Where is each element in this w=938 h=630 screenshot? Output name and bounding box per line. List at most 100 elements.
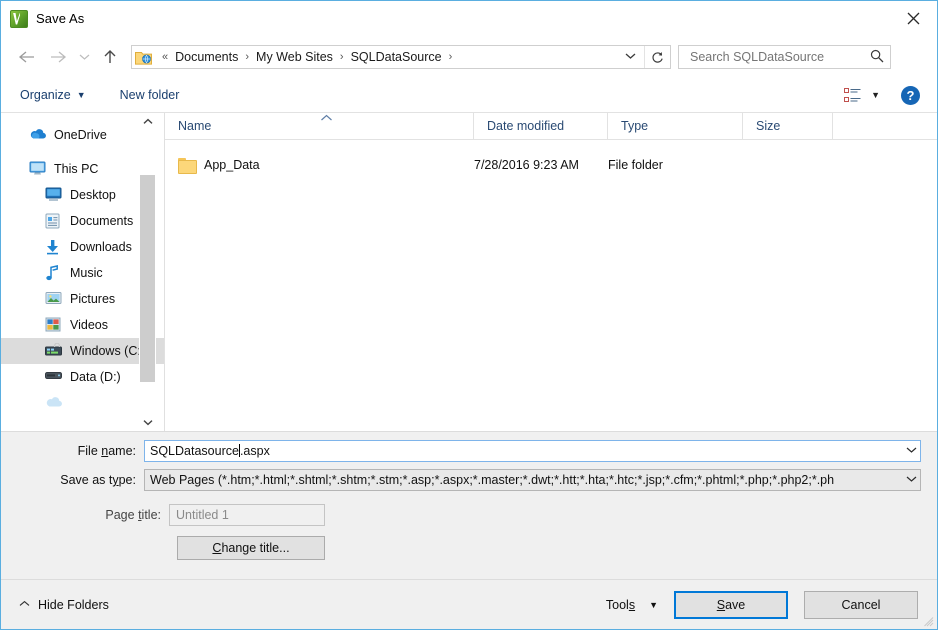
breadcrumb-sqldatasource[interactable]: SQLDataSource xyxy=(349,50,444,64)
sidebar-item-label: Data (D:) xyxy=(70,370,121,384)
page-title-label-post: itle: xyxy=(142,508,161,522)
folder-web-icon xyxy=(135,50,152,65)
hide-folders-label: Hide Folders xyxy=(38,598,109,612)
breadcrumb-overflow[interactable]: « xyxy=(157,51,173,63)
table-row[interactable]: App_Data 7/28/2016 9:23 AM File folder xyxy=(165,151,937,179)
cancel-label: Cancel xyxy=(842,598,881,612)
save-as-dialog: Save As xyxy=(0,0,938,630)
file-type-cell: File folder xyxy=(608,158,743,172)
sort-ascending-icon xyxy=(320,114,333,125)
breadcrumb-separator[interactable]: › xyxy=(240,51,254,63)
view-options-chevron-down-icon[interactable]: ▼ xyxy=(871,90,880,100)
save-as-type-combo[interactable]: Web Pages (*.htm;*.html;*.shtml;*.shtm;*… xyxy=(144,469,921,491)
column-header-size[interactable]: Size xyxy=(743,113,833,140)
help-button[interactable]: ? xyxy=(901,86,920,105)
save-as-type-label: Save as type: xyxy=(1,473,144,487)
sidebar-scrollbar[interactable] xyxy=(139,113,156,431)
desktop-icon xyxy=(45,187,62,203)
search-icon[interactable] xyxy=(870,49,884,66)
breadcrumb-documents[interactable]: Documents xyxy=(173,50,240,64)
column-header-date-modified[interactable]: Date modified xyxy=(474,113,608,140)
tools-button[interactable]: Tools ▼ xyxy=(606,598,658,612)
drive-icon xyxy=(45,369,62,385)
chevron-down-icon[interactable] xyxy=(903,446,920,457)
arrow-up-icon[interactable] xyxy=(97,44,123,70)
change-title-row: Change title... xyxy=(1,536,325,560)
breadcrumb-separator[interactable]: › xyxy=(335,51,349,63)
file-name-value-post: .aspx xyxy=(240,444,270,458)
dialog-footer: Hide Folders Tools ▼ Save Cancel xyxy=(1,579,937,629)
save-label-accel: S xyxy=(717,598,725,612)
file-list-column-header: Name Date modified Type Size xyxy=(165,113,937,140)
file-name-combo[interactable]: SQLDatasource.aspx xyxy=(144,440,921,462)
scroll-up-chevron-up-icon[interactable] xyxy=(139,113,156,130)
column-header-type[interactable]: Type xyxy=(608,113,743,140)
save-button[interactable]: Save xyxy=(674,591,788,619)
file-name-value[interactable]: SQLDatasource.aspx xyxy=(145,444,903,458)
organize-label: Organize xyxy=(20,88,71,102)
computer-icon xyxy=(29,161,46,177)
sidebar-item-label: Documents xyxy=(70,214,133,228)
breadcrumb-separator[interactable]: › xyxy=(444,51,458,63)
column-header-type-label: Type xyxy=(621,119,648,133)
file-name-cell: App_Data xyxy=(178,158,474,172)
title-bar: Save As xyxy=(1,1,937,36)
new-folder-button[interactable]: New folder xyxy=(120,88,180,102)
arrow-right-icon[interactable] xyxy=(45,44,71,70)
file-name-label: File name: xyxy=(1,444,144,458)
sidebar-item-label: Music xyxy=(70,266,103,280)
cancel-button[interactable]: Cancel xyxy=(804,591,918,619)
page-title-label-pre: Page xyxy=(105,508,138,522)
file-date-cell: 7/28/2016 9:23 AM xyxy=(474,158,608,172)
column-header-date-label: Date modified xyxy=(487,119,564,133)
file-name-label-post: ame: xyxy=(108,444,136,458)
sidebar-item-label: Windows (C:) xyxy=(70,344,145,358)
expression-web-icon xyxy=(10,10,28,28)
change-title-button[interactable]: Change title... xyxy=(177,536,325,560)
file-name-value-pre: SQLDatasource xyxy=(150,444,239,458)
command-bar: Organize ▼ New folder ▼ ? xyxy=(1,78,937,113)
documents-icon xyxy=(45,213,62,229)
arrow-left-icon[interactable] xyxy=(13,44,39,70)
search-box[interactable] xyxy=(678,45,891,69)
save-as-type-label-post: pe: xyxy=(119,473,136,487)
pictures-icon xyxy=(45,291,62,307)
column-header-name-label: Name xyxy=(178,119,211,133)
save-label: ave xyxy=(725,598,745,612)
file-list-pane: Name Date modified Type Size xyxy=(165,113,937,431)
change-title-accel: C xyxy=(212,541,221,555)
sidebar-item-label: Desktop xyxy=(70,188,116,202)
resize-grip-icon[interactable] xyxy=(924,616,934,626)
tools-label-pre: Tool xyxy=(606,598,629,612)
save-as-type-value: Web Pages (*.htm;*.html;*.shtml;*.shtm;*… xyxy=(145,473,903,487)
sidebar-item-label: Videos xyxy=(70,318,108,332)
recent-locations-chevron-down-icon[interactable] xyxy=(75,44,93,70)
search-input[interactable] xyxy=(688,49,870,65)
onedrive-cloud-icon xyxy=(29,127,46,143)
navigation-bar: « Documents › My Web Sites › SQLDataSour… xyxy=(1,36,937,78)
tools-label-accel: s xyxy=(629,598,635,612)
change-title-label: hange title... xyxy=(221,541,289,555)
scrollbar-thumb[interactable] xyxy=(140,175,155,382)
page-title-row: Page title: Untitled 1 xyxy=(1,504,325,526)
chevron-down-icon[interactable] xyxy=(617,51,644,63)
network-cloud-icon xyxy=(45,395,62,411)
hide-folders-button[interactable]: Hide Folders xyxy=(19,598,109,612)
refresh-icon[interactable] xyxy=(644,46,670,68)
close-icon[interactable] xyxy=(890,1,937,35)
page-title-field: Untitled 1 xyxy=(169,504,325,526)
column-header-name[interactable]: Name xyxy=(165,113,474,140)
list-view-icon[interactable] xyxy=(844,88,861,103)
folder-icon xyxy=(178,158,195,172)
chevron-down-icon[interactable] xyxy=(903,475,920,486)
tools-label: Tools xyxy=(606,598,635,612)
file-name-label: App_Data xyxy=(204,158,260,172)
window-title: Save As xyxy=(36,11,84,26)
breadcrumb-my-web-sites[interactable]: My Web Sites xyxy=(254,50,335,64)
scroll-down-chevron-down-icon[interactable] xyxy=(139,414,156,431)
organize-button[interactable]: Organize ▼ xyxy=(20,88,86,102)
save-form: File name: SQLDatasource.aspx Save as ty… xyxy=(1,431,937,579)
address-bar[interactable]: « Documents › My Web Sites › SQLDataSour… xyxy=(131,45,671,69)
downloads-icon xyxy=(45,239,62,255)
column-header-size-label: Size xyxy=(756,119,780,133)
